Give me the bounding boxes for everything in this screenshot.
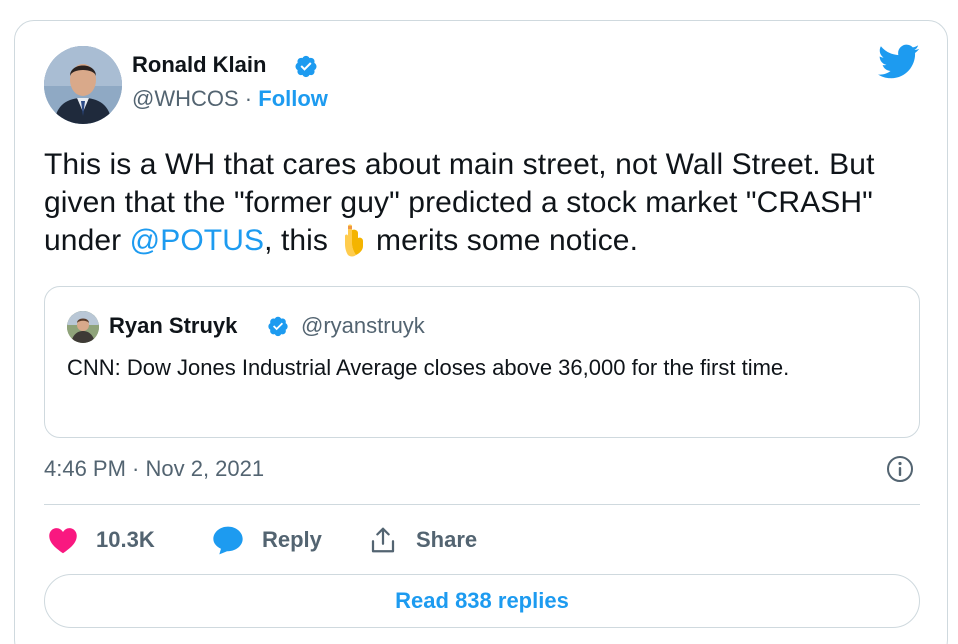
like-count: 10.3K xyxy=(96,527,155,552)
twitter-bird-icon[interactable] xyxy=(878,44,920,80)
reply-button[interactable]: Reply xyxy=(212,522,322,558)
tweet-text: This is a WH that cares about main stree… xyxy=(44,146,924,260)
tweet-timestamp[interactable]: 4:46 PM · Nov 2, 2021 xyxy=(44,456,264,482)
follow-link[interactable]: Follow xyxy=(258,86,328,111)
backhand-index-pointing-down-icon xyxy=(345,224,364,257)
verified-badge-icon xyxy=(268,316,288,337)
verified-badge-icon xyxy=(295,55,317,78)
quoted-author-name: Ryan Struyk xyxy=(109,313,238,338)
info-icon[interactable] xyxy=(886,455,914,483)
author-avatar[interactable] xyxy=(44,46,122,124)
tweet-text-part2: , this xyxy=(264,224,329,257)
divider xyxy=(44,504,920,505)
quoted-tweet-text: CNN: Dow Jones Industrial Average closes… xyxy=(67,355,790,380)
reply-label: Reply xyxy=(262,527,322,552)
author-handle-line: @WHCOS · Follow xyxy=(132,86,328,112)
mention-link[interactable]: @POTUS xyxy=(130,224,264,257)
heart-icon xyxy=(49,528,77,554)
like-button[interactable]: 10.3K xyxy=(48,522,155,558)
quoted-author-avatar[interactable] xyxy=(67,311,99,343)
quoted-tweet[interactable]: Ryan Struyk @ryanstruyk CNN: Dow Jones I… xyxy=(44,286,920,438)
share-icon xyxy=(371,527,395,553)
share-button[interactable]: Share xyxy=(368,522,477,558)
share-label: Share xyxy=(416,527,478,552)
speech-bubble-icon xyxy=(213,526,243,555)
separator-dot: · xyxy=(244,86,253,111)
tweet-text-part3: merits some notice. xyxy=(376,224,639,257)
author-handle[interactable]: @WHCOS xyxy=(132,86,239,111)
quoted-author-handle: @ryanstruyk xyxy=(301,313,425,338)
author-name[interactable]: Ronald Klain xyxy=(132,52,266,78)
read-replies-button[interactable]: Read 838 replies xyxy=(44,574,920,628)
